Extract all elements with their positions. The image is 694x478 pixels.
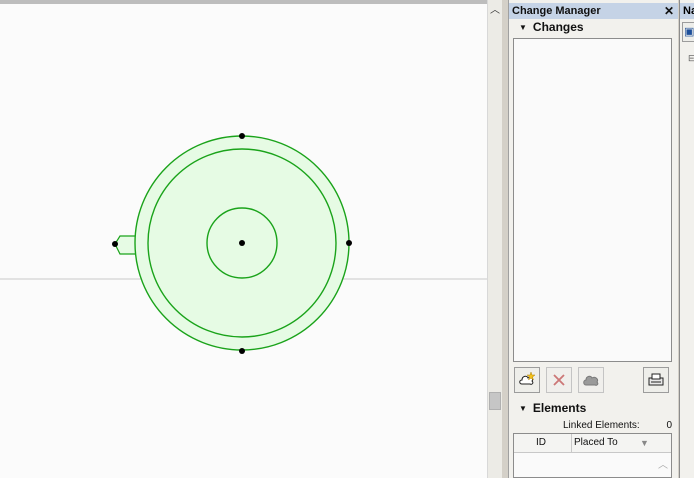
hotspot-left[interactable]	[112, 241, 118, 247]
vertical-scrollbar[interactable]: ︿	[487, 0, 502, 478]
panel-title: Change Manager	[512, 5, 601, 17]
tree-expander-icon[interactable]: ⊟	[688, 53, 694, 64]
sort-down-icon[interactable]: ▼	[640, 434, 649, 452]
change-manager-panel: Change Manager ✕ ▼ Changes ▼ Elements Li…	[508, 0, 678, 478]
navigator-title[interactable]: Na	[680, 3, 694, 19]
delete-icon	[553, 374, 565, 386]
hotspot-bottom[interactable]	[239, 348, 245, 354]
delete-change-button[interactable]	[546, 367, 572, 393]
triangle-down-icon[interactable]: ▼	[519, 401, 527, 417]
elements-section-label: Elements	[532, 401, 587, 415]
chevron-up-icon[interactable]: ︿	[488, 4, 502, 18]
linked-elements-label: Linked Elements:	[563, 420, 640, 431]
hotspot-center[interactable]	[239, 240, 245, 246]
column-header-id[interactable]: ID	[514, 434, 572, 452]
project-map-icon[interactable]: ▣	[682, 22, 694, 42]
hotspot-right[interactable]	[346, 240, 352, 246]
new-change-icon	[519, 371, 536, 385]
elements-table[interactable]: ID Placed To ▼ ︿	[513, 433, 672, 478]
hotspot-top[interactable]	[239, 133, 245, 139]
table-header: ID Placed To ▼	[514, 434, 671, 453]
round-column-element[interactable]	[112, 133, 352, 354]
navigator-panel: Na ▣ ⊟	[679, 0, 694, 478]
elements-section-header[interactable]: ▼ Elements	[509, 400, 678, 416]
close-icon[interactable]: ✕	[664, 3, 674, 19]
drawing-canvas[interactable]	[0, 0, 487, 478]
change-settings-button[interactable]	[643, 367, 669, 393]
scrollbar-thumb[interactable]	[489, 392, 501, 410]
changes-section-header[interactable]: ▼ Changes	[509, 19, 678, 35]
new-change-button[interactable]	[514, 367, 540, 393]
changes-list[interactable]	[513, 38, 672, 362]
changes-section-label: Changes	[532, 20, 584, 34]
printer-settings-icon	[648, 373, 664, 386]
cloud-icon	[583, 375, 599, 386]
linked-elements-count: 0	[666, 420, 672, 431]
revision-cloud-button[interactable]	[578, 367, 604, 393]
scroll-up-icon[interactable]: ︿	[658, 456, 668, 471]
floor-plan-drawing	[0, 133, 487, 354]
app-window: ︿ Change Manager ✕ ▼ Changes ▼ Elements …	[0, 0, 694, 478]
panel-title-bar[interactable]: Change Manager ✕	[509, 3, 678, 19]
triangle-down-icon[interactable]: ▼	[519, 20, 527, 36]
